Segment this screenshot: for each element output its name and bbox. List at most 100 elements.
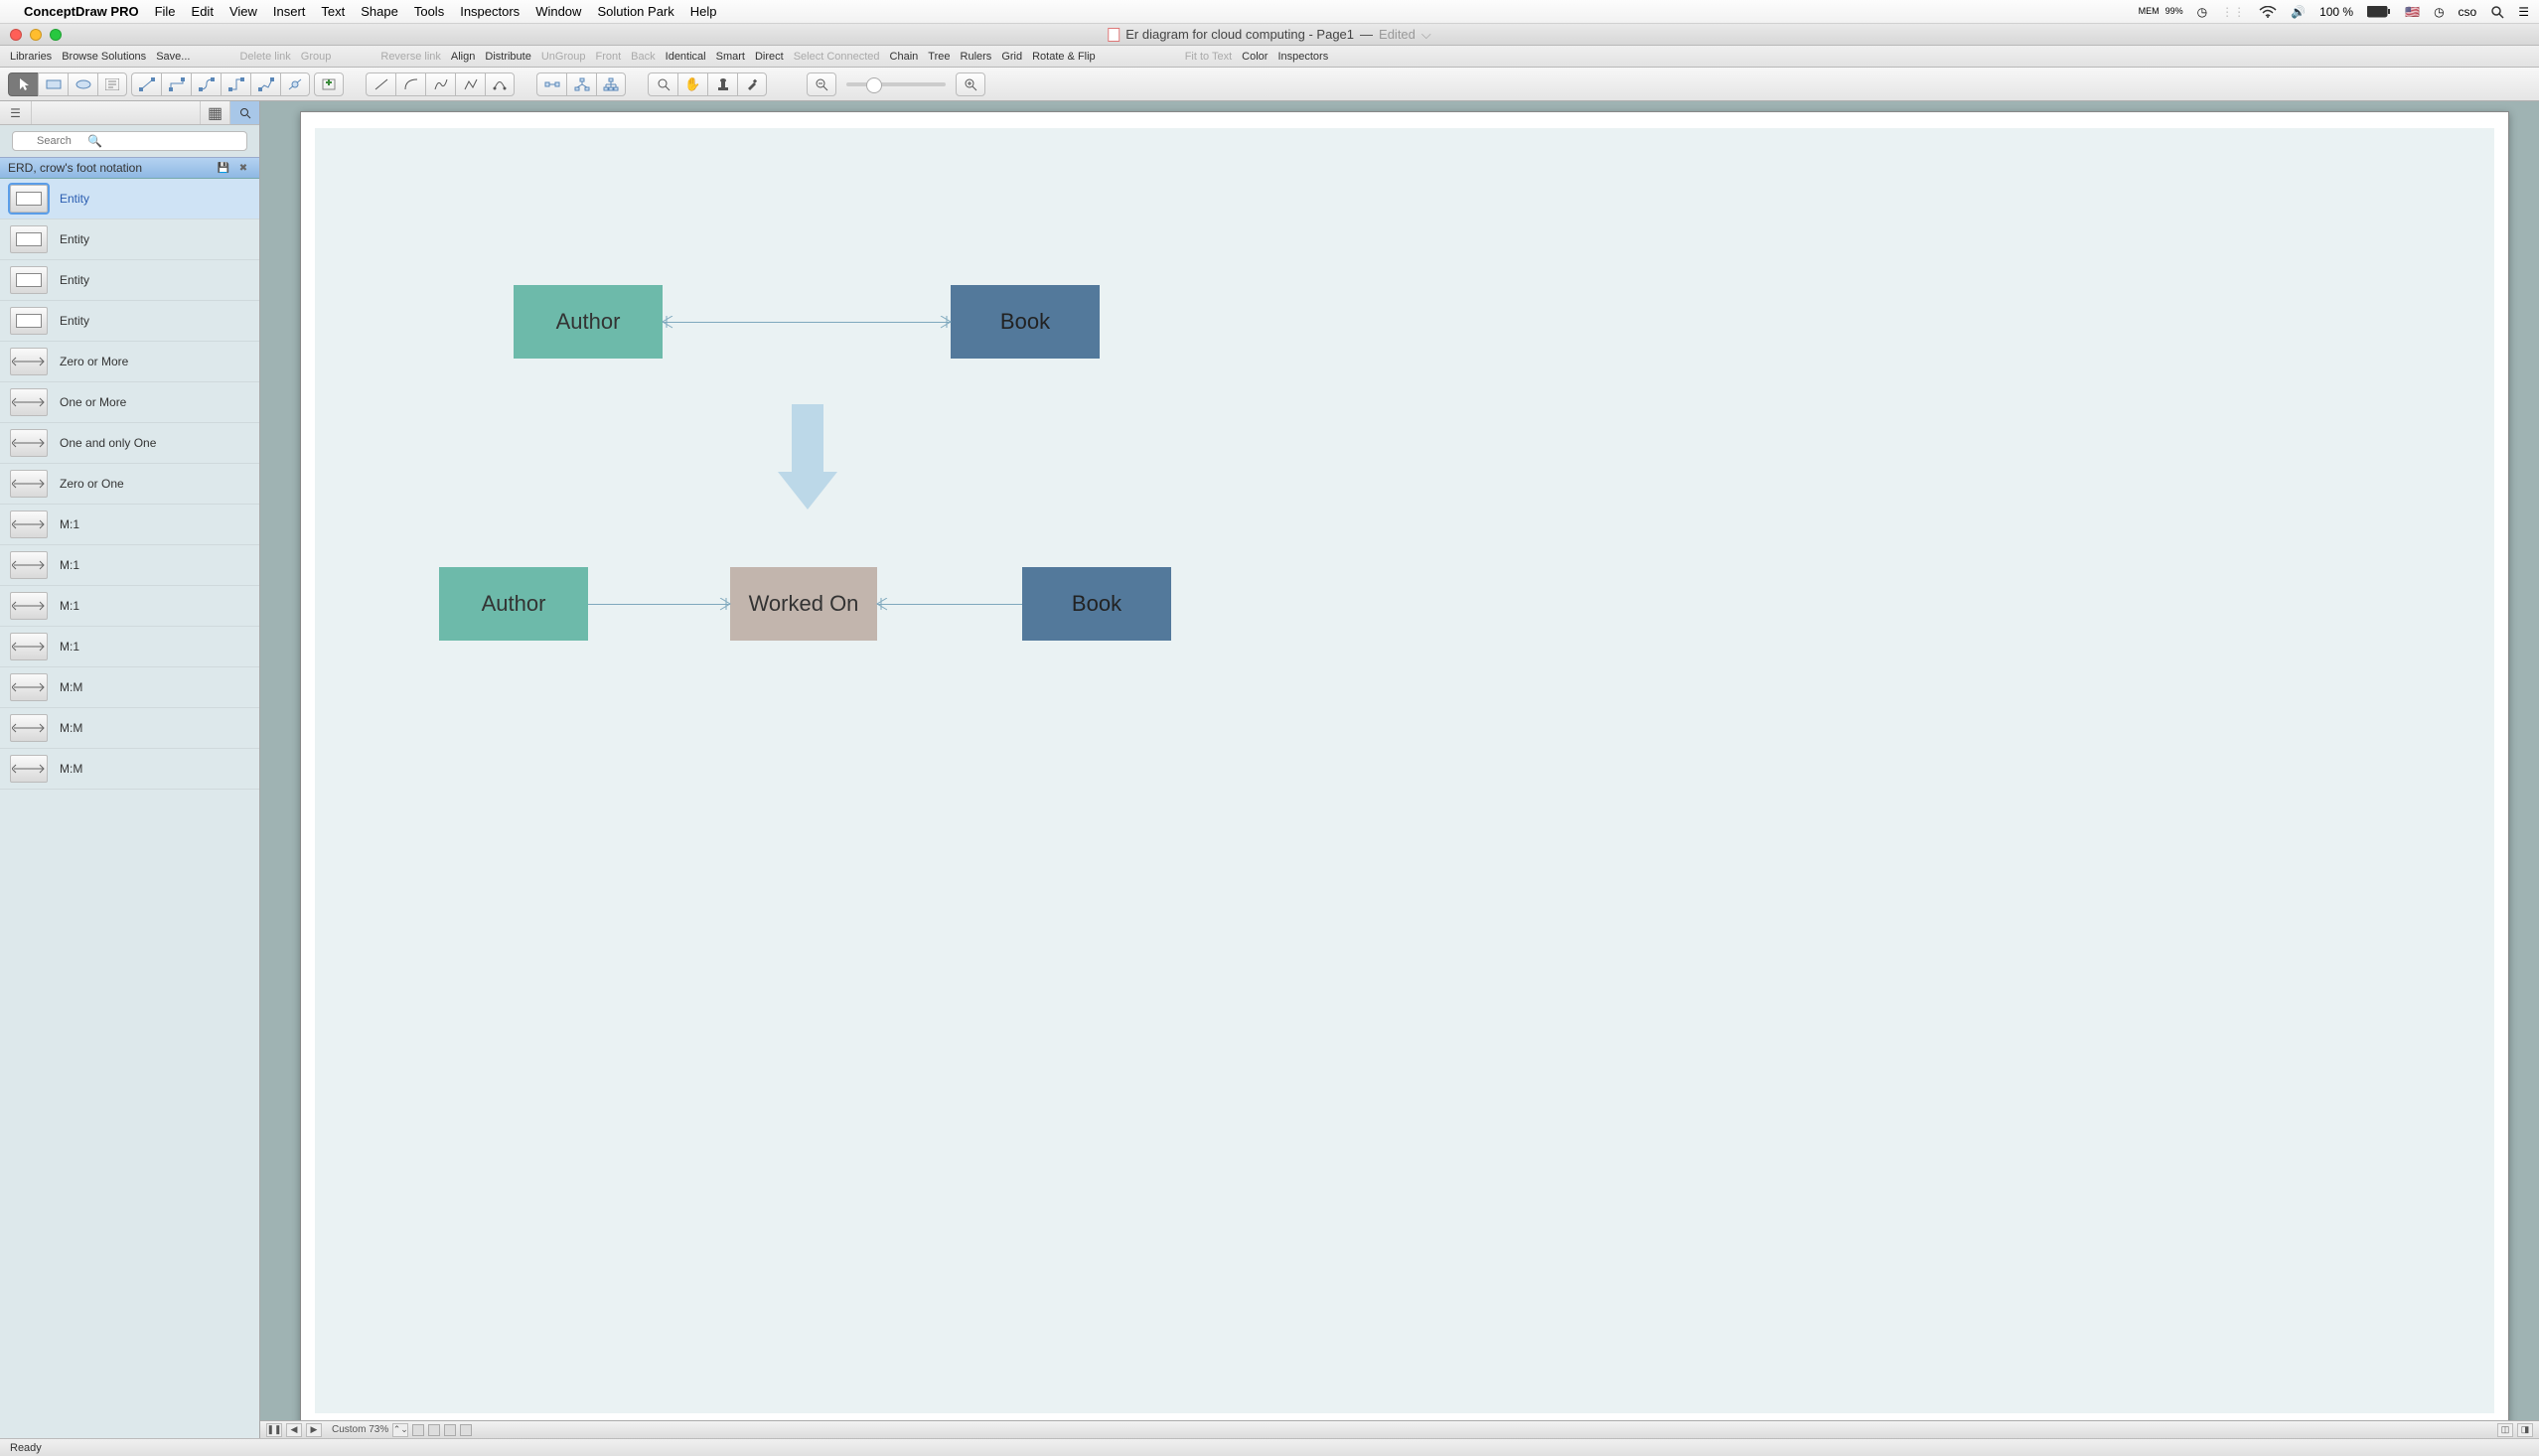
timemachine-icon[interactable]: ◷ <box>2197 5 2207 19</box>
menu-help[interactable]: Help <box>690 4 717 19</box>
library-close-icon[interactable]: ✖ <box>235 160 251 176</box>
zoom-slider[interactable] <box>846 82 946 86</box>
shape-item[interactable]: M:M <box>0 708 259 749</box>
menu-edit[interactable]: Edit <box>192 4 214 19</box>
library-save-icon[interactable]: 💾 <box>216 160 231 176</box>
menu-solution-park[interactable]: Solution Park <box>597 4 673 19</box>
user-name[interactable]: cso <box>2459 5 2477 19</box>
identical-button[interactable]: Identical <box>666 51 706 63</box>
shape-item[interactable]: M:1 <box>0 505 259 545</box>
ellipse-tool[interactable] <box>68 73 97 96</box>
shape-item[interactable]: Entity <box>0 179 259 219</box>
insert-shape-tool[interactable] <box>314 73 344 96</box>
libraries-button[interactable]: Libraries <box>10 51 52 63</box>
text-tool[interactable] <box>97 73 127 96</box>
entity-author-bottom[interactable]: Author <box>439 567 588 641</box>
entity-book-bottom[interactable]: Book <box>1022 567 1171 641</box>
menu-window[interactable]: Window <box>535 4 581 19</box>
rect-tool[interactable] <box>38 73 68 96</box>
browse-solutions-button[interactable]: Browse Solutions <box>62 51 146 63</box>
connector-tool-2[interactable] <box>161 73 191 96</box>
rotate-flip-button[interactable]: Rotate & Flip <box>1032 51 1096 63</box>
hand-tool[interactable]: ✋ <box>677 73 707 96</box>
volume-icon[interactable]: 🔊 <box>2291 5 2306 19</box>
shape-item[interactable]: One and only One <box>0 423 259 464</box>
spotlight-icon[interactable] <box>2490 5 2504 19</box>
connector-bottom-right[interactable] <box>877 604 1022 605</box>
smart-button[interactable]: Smart <box>716 51 745 63</box>
document-title[interactable]: Er diagram for cloud computing - Page1 —… <box>1108 27 1431 43</box>
shape-item[interactable]: M:M <box>0 749 259 790</box>
eyedropper-tool[interactable] <box>737 73 767 96</box>
color-button[interactable]: Color <box>1242 51 1268 63</box>
sidebar-grid-view-button[interactable]: ▦ <box>200 101 229 124</box>
page-tab-3[interactable] <box>444 1424 456 1436</box>
rulers-button[interactable]: Rulers <box>961 51 992 63</box>
flag-icon[interactable]: 🇺🇸 <box>2405 5 2420 19</box>
spline-tool[interactable] <box>425 73 455 96</box>
menu-insert[interactable]: Insert <box>273 4 306 19</box>
menu-inspectors[interactable]: Inspectors <box>460 4 520 19</box>
connector-top[interactable] <box>663 322 951 323</box>
close-window-button[interactable] <box>10 29 22 41</box>
search-input[interactable] <box>12 131 247 151</box>
connector-tool-6[interactable] <box>280 73 310 96</box>
save-button[interactable]: Save... <box>156 51 190 63</box>
arc-tool[interactable] <box>395 73 425 96</box>
chain-button[interactable]: Chain <box>890 51 919 63</box>
page-pause-button[interactable]: ❚❚ <box>266 1423 282 1437</box>
shape-item[interactable]: One or More <box>0 382 259 423</box>
page-tab-1[interactable] <box>412 1424 424 1436</box>
line-tool[interactable] <box>366 73 395 96</box>
align-button[interactable]: Align <box>451 51 475 63</box>
page-prev-button[interactable]: ◀ <box>286 1423 302 1437</box>
polyline-tool[interactable] <box>455 73 485 96</box>
menu-view[interactable]: View <box>229 4 257 19</box>
shape-item[interactable]: M:1 <box>0 627 259 667</box>
page-corner-1[interactable]: ◫ <box>2497 1423 2513 1437</box>
menu-shape[interactable]: Shape <box>361 4 398 19</box>
connector-tool-3[interactable] <box>191 73 221 96</box>
shape-item[interactable]: Entity <box>0 260 259 301</box>
zoom-tool[interactable] <box>648 73 677 96</box>
shape-item[interactable]: M:M <box>0 667 259 708</box>
shape-item[interactable]: Entity <box>0 219 259 260</box>
battery-icon[interactable] <box>2367 6 2391 18</box>
zoom-label[interactable]: Custom 73% <box>332 1424 388 1435</box>
org-layout-tool[interactable] <box>596 73 626 96</box>
zoom-window-button[interactable] <box>50 29 62 41</box>
bezier-tool[interactable] <box>485 73 515 96</box>
menu-text[interactable]: Text <box>321 4 345 19</box>
sidebar-list-view-button[interactable]: ☰ <box>0 101 32 124</box>
stamp-tool[interactable] <box>707 73 737 96</box>
zoom-in-button[interactable] <box>956 73 985 96</box>
menu-tools[interactable]: Tools <box>414 4 444 19</box>
connector-tool-1[interactable] <box>131 73 161 96</box>
shape-list[interactable]: EntityEntityEntityEntityZero or MoreOne … <box>0 179 259 1438</box>
canvas-area[interactable]: Author Book Author <box>260 101 2539 1438</box>
menu-extras-icon[interactable]: ☰ <box>2518 5 2529 19</box>
page-tab-4[interactable] <box>460 1424 472 1436</box>
chain-layout-tool[interactable] <box>536 73 566 96</box>
direct-button[interactable]: Direct <box>755 51 784 63</box>
shape-item[interactable]: Entity <box>0 301 259 342</box>
title-chevron-icon[interactable]: ⌵ <box>1421 27 1431 43</box>
entity-author-top[interactable]: Author <box>514 285 663 359</box>
page-corner-2[interactable]: ◨ <box>2517 1423 2533 1437</box>
select-tool[interactable] <box>8 73 38 96</box>
zoom-out-button[interactable] <box>807 73 836 96</box>
tree-layout-tool[interactable] <box>566 73 596 96</box>
menu-file[interactable]: File <box>155 4 176 19</box>
inspectors-button[interactable]: Inspectors <box>1277 51 1328 63</box>
page-next-button[interactable]: ▶ <box>306 1423 322 1437</box>
bluetooth-icon[interactable]: ⋮⋮ <box>2221 5 2245 19</box>
shape-item[interactable]: Zero or One <box>0 464 259 505</box>
entity-worked-on[interactable]: Worked On <box>730 567 877 641</box>
connector-tool-4[interactable] <box>221 73 250 96</box>
connector-tool-5[interactable] <box>250 73 280 96</box>
distribute-button[interactable]: Distribute <box>485 51 530 63</box>
shape-item[interactable]: M:1 <box>0 586 259 627</box>
wifi-icon[interactable] <box>2259 6 2277 18</box>
clock-icon[interactable]: ◷ <box>2434 5 2444 19</box>
sidebar-search-button[interactable] <box>229 101 259 124</box>
